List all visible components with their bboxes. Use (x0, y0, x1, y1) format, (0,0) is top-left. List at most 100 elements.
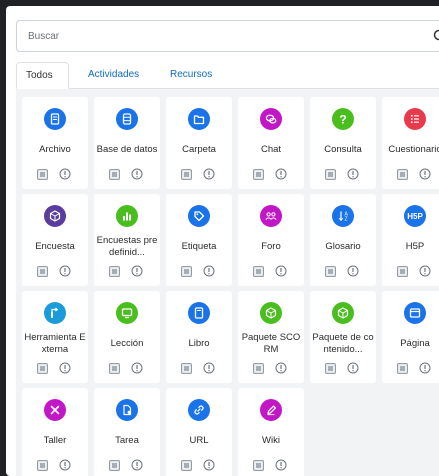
star-icon[interactable] (325, 363, 336, 374)
database-icon (116, 108, 138, 130)
star-icon[interactable] (181, 169, 192, 180)
star-icon[interactable] (37, 460, 48, 471)
tag-icon (188, 205, 210, 227)
module-card[interactable]: Cuestionario (382, 97, 439, 189)
module-card[interactable]: Chat (238, 97, 304, 189)
question-icon: ? (332, 108, 354, 130)
info-icon[interactable] (203, 265, 215, 277)
search-icon[interactable] (433, 29, 439, 43)
module-name-container: Etiqueta (166, 230, 232, 264)
info-icon[interactable] (275, 168, 287, 180)
info-icon[interactable] (347, 265, 359, 277)
info-icon[interactable] (419, 265, 431, 277)
module-card[interactable]: Paquete SCORM (238, 291, 304, 383)
svg-text:?: ? (339, 113, 346, 127)
star-icon[interactable] (397, 266, 408, 277)
info-icon[interactable] (275, 459, 287, 471)
star-icon[interactable] (253, 169, 264, 180)
module-name: Wiki (262, 435, 280, 447)
module-name-container: H5P (382, 230, 439, 264)
module-name: H5P (406, 241, 424, 253)
module-card[interactable]: Carpeta (166, 97, 232, 189)
info-icon[interactable] (203, 168, 215, 180)
people-icon (260, 205, 282, 227)
module-card[interactable]: Wiki (238, 388, 304, 476)
cube-icon (44, 205, 66, 227)
module-card[interactable]: Archivo (22, 97, 88, 189)
info-icon[interactable] (203, 362, 215, 374)
info-icon[interactable] (59, 265, 71, 277)
tab-all[interactable]: Todos (16, 62, 69, 89)
info-icon[interactable] (59, 168, 71, 180)
tab-resources[interactable]: Recursos (161, 62, 221, 88)
star-icon[interactable] (37, 363, 48, 374)
star-icon[interactable] (325, 266, 336, 277)
module-name-container: Paquete SCORM (238, 327, 304, 361)
star-icon[interactable] (325, 169, 336, 180)
module-name: Encuestas predefinid... (96, 235, 158, 259)
info-icon[interactable] (419, 168, 431, 180)
module-name-container: Cuestionario (382, 133, 439, 167)
info-icon[interactable] (59, 459, 71, 471)
module-card[interactable]: Base de datos (94, 97, 160, 189)
star-icon[interactable] (181, 460, 192, 471)
module-name: Página (400, 338, 430, 350)
module-card[interactable]: Tarea (94, 388, 160, 476)
bar-chart-icon (116, 205, 138, 227)
module-name: Tarea (115, 435, 139, 447)
star-icon[interactable] (397, 363, 408, 374)
module-card[interactable]: Encuesta (22, 194, 88, 286)
module-card[interactable]: ? Consulta (310, 97, 376, 189)
star-icon[interactable] (109, 169, 120, 180)
module-name: Paquete SCORM (240, 332, 302, 356)
module-card[interactable]: Página (382, 291, 439, 383)
info-icon[interactable] (275, 265, 287, 277)
module-name: Glosario (325, 241, 360, 253)
star-icon[interactable] (181, 363, 192, 374)
module-name-container: Página (382, 327, 439, 361)
info-icon[interactable] (419, 362, 431, 374)
info-icon[interactable] (347, 168, 359, 180)
module-name-container: Lección (94, 327, 160, 361)
module-card[interactable]: Herramienta Externa (22, 291, 88, 383)
star-icon[interactable] (109, 460, 120, 471)
info-icon[interactable] (203, 459, 215, 471)
star-icon[interactable] (181, 266, 192, 277)
module-card[interactable]: Foro (238, 194, 304, 286)
module-card[interactable]: URL (166, 388, 232, 476)
star-icon[interactable] (397, 169, 408, 180)
svg-text:Z: Z (345, 217, 348, 223)
info-icon[interactable] (59, 362, 71, 374)
info-icon[interactable] (131, 265, 143, 277)
puzzle-icon (44, 302, 66, 324)
star-icon[interactable] (37, 169, 48, 180)
module-name: Encuesta (35, 241, 75, 253)
module-name: Paquete de contenido... (312, 332, 374, 356)
module-card[interactable]: Libro (166, 291, 232, 383)
module-card[interactable]: H5PH5P (382, 194, 439, 286)
star-icon[interactable] (253, 266, 264, 277)
module-card[interactable]: AZGlosario (310, 194, 376, 286)
star-icon[interactable] (109, 266, 120, 277)
module-name-container: Encuesta (22, 230, 88, 264)
module-card[interactable]: Lección (94, 291, 160, 383)
module-card[interactable]: Encuestas predefinid... (94, 194, 160, 286)
info-icon[interactable] (131, 168, 143, 180)
star-icon[interactable] (37, 266, 48, 277)
search-input[interactable] (17, 21, 439, 51)
info-icon[interactable] (131, 459, 143, 471)
module-card[interactable]: Taller (22, 388, 88, 476)
module-card[interactable]: Paquete de contenido... (310, 291, 376, 383)
star-icon[interactable] (109, 363, 120, 374)
star-icon[interactable] (253, 363, 264, 374)
module-name: Cuestionario (388, 144, 439, 156)
module-card[interactable]: Etiqueta (166, 194, 232, 286)
module-name: Consulta (324, 144, 362, 156)
module-name-container: Libro (166, 327, 232, 361)
star-icon[interactable] (253, 460, 264, 471)
folder-icon (188, 108, 210, 130)
info-icon[interactable] (275, 362, 287, 374)
info-icon[interactable] (131, 362, 143, 374)
tab-activities[interactable]: Actividades (79, 62, 148, 88)
info-icon[interactable] (347, 362, 359, 374)
